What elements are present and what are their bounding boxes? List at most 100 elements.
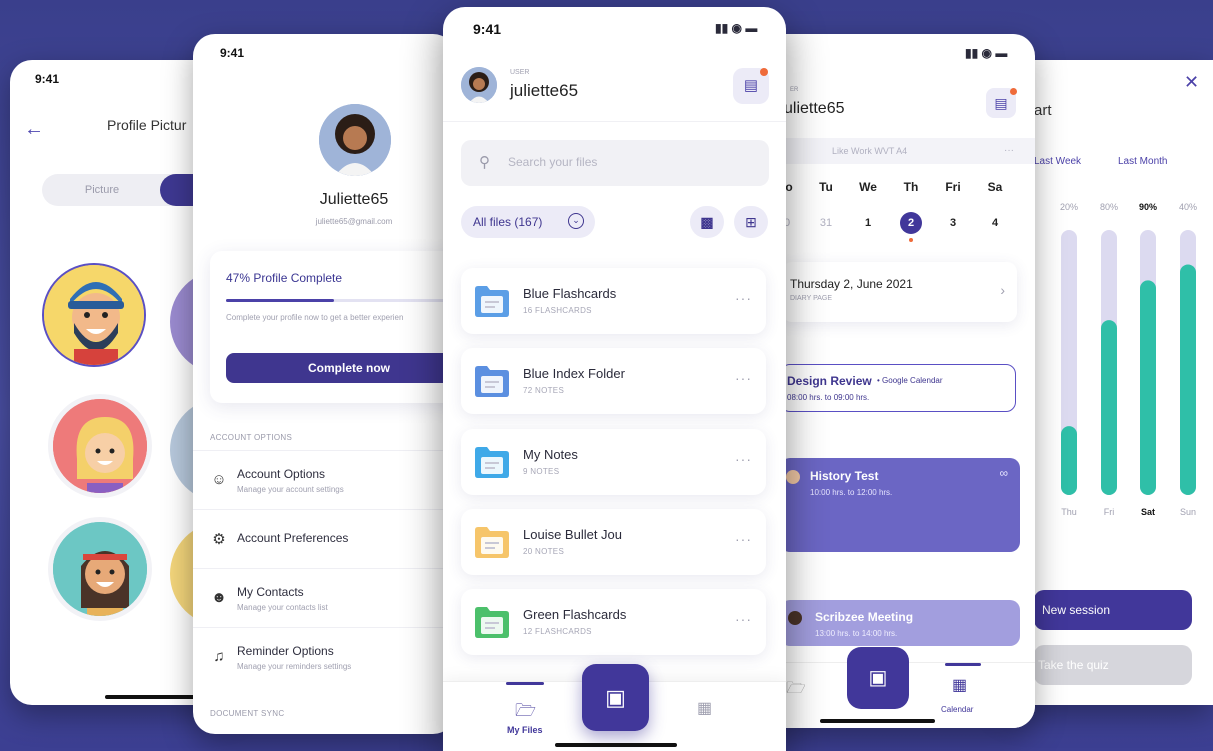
x-tick-label: Sat	[1141, 507, 1155, 517]
file-name: Blue Index Folder	[523, 366, 625, 381]
option-my-contacts[interactable]: ☻ My Contacts Manage your contacts list	[193, 568, 455, 626]
section-document-sync: DOCUMENT SYNC	[210, 709, 285, 718]
close-icon[interactable]: ✕	[1184, 72, 1199, 93]
date-cell[interactable]: 1	[857, 212, 879, 234]
date-selected[interactable]: 2	[900, 212, 922, 234]
calendar-bottom-nav: 🗁 ▣ ▦ Calendar	[760, 647, 1035, 728]
take-quiz-button[interactable]: Take the quiz	[1034, 645, 1192, 685]
new-session-button[interactable]: New session	[1034, 590, 1192, 630]
gear-icon: ⚙	[212, 531, 226, 548]
more-options-icon[interactable]: ···	[735, 531, 752, 547]
file-item[interactable]: Louise Bullet Jou 20 NOTES ···	[461, 509, 766, 575]
header-divider	[443, 121, 786, 122]
file-count: 20 NOTES	[523, 547, 565, 556]
new-folder-icon[interactable]: ⊞	[734, 206, 768, 238]
option-title: Account Options	[237, 467, 326, 481]
profile-email: juliette65@gmail.com	[315, 217, 393, 226]
calendar-icon[interactable]: ▦	[952, 675, 967, 695]
bar-value-label: 20%	[1060, 202, 1078, 212]
folder-icon[interactable]: 🗁	[786, 677, 806, 704]
bar-value-label: 40%	[1179, 202, 1197, 212]
search-input[interactable]: ⚲ Search your files	[461, 140, 769, 186]
event-time: 10:00 hrs. to 12:00 hrs.	[810, 488, 893, 497]
file-item[interactable]: Green Flashcards 12 FLASHCARDS ···	[461, 589, 766, 655]
attendee-avatar	[786, 470, 800, 484]
bar-value-label: 80%	[1100, 202, 1118, 212]
status-time: 9:41	[220, 46, 245, 60]
stats-chart-icon[interactable]: ▩	[690, 206, 724, 238]
banner-more-icon[interactable]: ···	[1004, 138, 1014, 164]
date-cell[interactable]: 3	[942, 212, 964, 234]
event-title: Scribzee Meeting	[815, 610, 914, 624]
file-count: 16 FLASHCARDS	[523, 306, 592, 315]
diary-card[interactable]: Thursday 2, June 2021 DIARY PAGE ›	[782, 262, 1017, 322]
chart-title: art	[1034, 102, 1052, 119]
nav-my-files-label[interactable]: My Files	[507, 725, 543, 735]
avatar-option-blonde[interactable]	[48, 394, 152, 498]
option-reminder-options[interactable]: ♫ Reminder Options Manage your reminders…	[193, 627, 455, 685]
profile-screen: 9:41 Juliette65 juliette65@gmail.com 47%…	[193, 34, 455, 734]
more-options-icon[interactable]: ···	[735, 290, 752, 306]
more-options-icon[interactable]: ···	[735, 451, 752, 467]
folder-icon	[475, 366, 509, 397]
more-options-icon[interactable]: ···	[735, 370, 752, 386]
option-account-preferences[interactable]: ⚙ Account Preferences	[193, 509, 455, 567]
completion-label: 47% Profile Complete	[226, 271, 343, 285]
event-time: 08:00 hrs. to 09:00 hrs.	[787, 393, 870, 402]
option-title: Reminder Options	[237, 644, 334, 658]
option-title: Account Preferences	[237, 531, 349, 545]
status-time: 9:41	[473, 21, 502, 37]
avatar-option-braids[interactable]	[48, 517, 152, 621]
folder-icon	[475, 286, 509, 317]
my-files-screen: 9:41 ▮▮ ◉ ▬ USER juliette65 ▤ ⚲ Search y…	[443, 7, 786, 751]
files-username: juliette65	[510, 81, 579, 100]
file-item[interactable]: My Notes 9 NOTES ···	[461, 429, 766, 495]
date-row: 30311234	[760, 212, 1035, 242]
file-count: 9 NOTES	[523, 467, 560, 476]
weekday-label: Tu	[819, 180, 833, 194]
event-dot	[909, 238, 913, 242]
event-design-review[interactable]: Design Review • Google Calendar 08:00 hr…	[780, 364, 1016, 412]
signal-wifi-battery-icon: ▮▮ ◉ ▬	[965, 46, 1008, 60]
calendar-screen: ▮▮ ◉ ▬ ER uliette65 ▤ Like Work WVT A4 ·…	[760, 34, 1035, 728]
file-name: Green Flashcards	[523, 607, 627, 622]
bar-fri[interactable]	[1101, 320, 1117, 495]
bar-sat[interactable]	[1140, 280, 1156, 495]
home-indicator	[820, 719, 935, 723]
segment-picture[interactable]: Picture	[42, 174, 162, 206]
scan-button[interactable]: ▣	[847, 647, 909, 709]
weekday-label: Sa	[987, 180, 1003, 194]
complete-now-button[interactable]: Complete now	[226, 353, 455, 383]
calendar-icon[interactable]: ▦	[697, 698, 712, 718]
weekday-label: Th	[903, 180, 919, 194]
bar-sun[interactable]	[1180, 264, 1196, 495]
event-scribzee-meeting[interactable]: Scribzee Meeting 13:00 hrs. to 14:00 hrs…	[780, 600, 1020, 646]
home-indicator	[555, 743, 677, 747]
option-subtitle: Manage your reminders settings	[237, 662, 352, 671]
folder-icon[interactable]: 🗁	[515, 698, 536, 727]
tab-last-month[interactable]: Last Month	[1118, 156, 1167, 167]
x-tick-label: Fri	[1104, 507, 1115, 517]
date-cell[interactable]: 4	[984, 212, 1006, 234]
event-history-test[interactable]: History Test 10:00 hrs. to 12:00 hrs. ∞	[780, 458, 1020, 552]
bell-icon: ♫	[213, 648, 225, 665]
bar-thu[interactable]	[1061, 426, 1077, 495]
back-arrow-icon[interactable]: ←	[24, 118, 44, 141]
option-account-options[interactable]: ☺ Account Options Manage your account se…	[193, 450, 455, 508]
file-item[interactable]: Blue Index Folder 72 NOTES ···	[461, 348, 766, 414]
tab-last-week[interactable]: Last Week	[1034, 156, 1081, 167]
scan-button[interactable]: ▣	[582, 664, 649, 731]
user-avatar[interactable]	[461, 67, 497, 103]
braids-avatar-icon	[53, 522, 147, 616]
diary-date: Thursday 2, June 2021	[790, 277, 913, 291]
woman-avatar-icon	[319, 104, 391, 176]
nav-calendar-label[interactable]: Calendar	[941, 705, 973, 714]
filter-dropdown[interactable]: All files (167) ⌄	[461, 206, 595, 238]
chevron-down-icon: ⌄	[568, 213, 584, 229]
file-item[interactable]: Blue Flashcards 16 FLASHCARDS ···	[461, 268, 766, 334]
date-cell[interactable]: 31	[815, 212, 837, 234]
avatar-option-bearded[interactable]	[42, 263, 146, 367]
event-title: Design Review	[787, 374, 872, 388]
more-options-icon[interactable]: ···	[735, 611, 752, 627]
profile-avatar[interactable]	[319, 104, 391, 176]
